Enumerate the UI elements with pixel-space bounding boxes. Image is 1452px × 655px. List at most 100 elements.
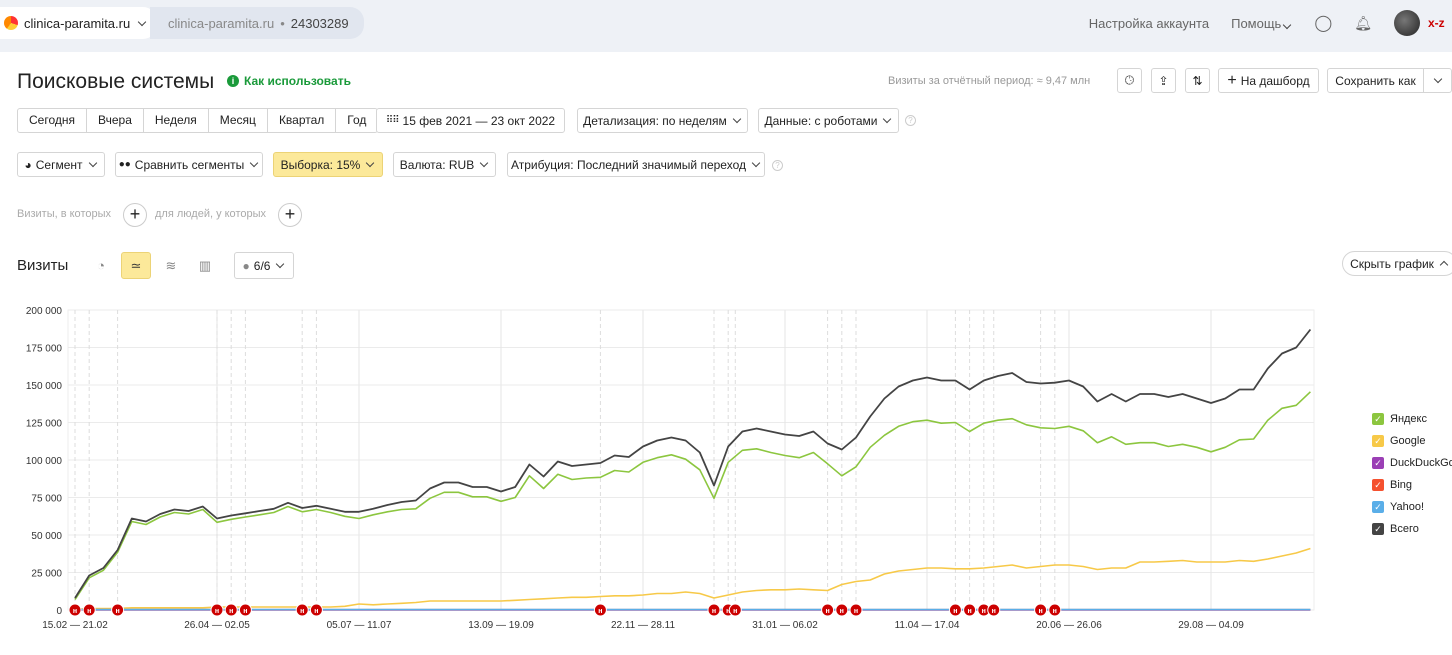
save-as-button[interactable]: Сохранить как bbox=[1327, 68, 1424, 93]
note-marker-glyph: н bbox=[87, 608, 91, 615]
date-range-picker[interactable]: ⠿⠿ 15 фев 2021 — 23 окт 2022 bbox=[376, 108, 565, 133]
bell-icon[interactable]: 🔔︎ bbox=[1354, 15, 1372, 32]
legend-label: DuckDuckGo bbox=[1390, 457, 1452, 469]
x-tick-label: 20.06 — 26.06 bbox=[1036, 620, 1102, 631]
feedback-button[interactable]: ⇅ bbox=[1185, 68, 1210, 93]
period-week[interactable]: Неделя bbox=[144, 109, 209, 132]
legend-item-duckduckgo[interactable]: ✓ DuckDuckGo bbox=[1372, 452, 1452, 474]
compare-segments-dropdown[interactable]: ●● Сравнить сегменты bbox=[115, 152, 263, 177]
drops-icon: ●● bbox=[118, 159, 131, 170]
period-selector: Сегодня Вчера Неделя Месяц Квартал Год bbox=[17, 108, 379, 133]
period-year[interactable]: Год bbox=[336, 109, 377, 132]
x-tick-label: 11.04 — 17.04 bbox=[895, 620, 960, 631]
segment-label: Сегмент bbox=[35, 157, 83, 172]
legend-label: Яндекс bbox=[1390, 413, 1427, 425]
currency-dropdown[interactable]: Валюта: RUB bbox=[393, 152, 496, 177]
notes-dropdown[interactable]: ● 6/6 bbox=[234, 252, 294, 279]
legend-item-bing[interactable]: ✓ Bing bbox=[1372, 474, 1452, 496]
legend-label: Google bbox=[1390, 435, 1426, 447]
counter-id: 24303289 bbox=[290, 15, 349, 31]
series-line-google bbox=[74, 547, 1311, 611]
legend-item-google[interactable]: ✓ Google bbox=[1372, 430, 1452, 452]
line-chart-type-button[interactable]: ≃ bbox=[121, 252, 151, 279]
x-tick-label: 29.08 — 04.09 bbox=[1178, 620, 1244, 631]
checkbox-icon[interactable]: ✓ bbox=[1372, 435, 1384, 447]
bar-chart-type-button[interactable]: ▥ bbox=[190, 252, 220, 279]
checkbox-icon[interactable]: ✓ bbox=[1372, 413, 1384, 425]
line-chart-icon: ≃ bbox=[130, 257, 142, 273]
segment-dropdown[interactable]: ◕ Сегмент bbox=[17, 152, 105, 177]
chevron-down-icon bbox=[137, 17, 147, 26]
visits-filter-label: Визиты, в которых bbox=[17, 208, 111, 220]
how-to-use-link[interactable]: i Как использовать bbox=[227, 74, 351, 88]
y-tick-label: 100 000 bbox=[26, 456, 63, 467]
note-marker-glyph: н bbox=[825, 608, 829, 615]
x-tick-label: 31.01 — 06.02 bbox=[752, 620, 818, 631]
chevron-down-icon bbox=[1283, 20, 1292, 29]
visits-line-chart[interactable]: 0 25 000 50 000 75 000 100 000 125 000 150 000… bbox=[0, 295, 1370, 640]
checkbox-icon[interactable]: ✓ bbox=[1372, 479, 1384, 491]
counter-tab[interactable]: clinica-paramita.ru • 24303289 bbox=[150, 7, 364, 39]
add-visit-filter-button[interactable]: + bbox=[123, 203, 147, 227]
legend-item-yahoo[interactable]: ✓ Yahoo! bbox=[1372, 496, 1452, 518]
period-yesterday[interactable]: Вчера bbox=[87, 109, 144, 132]
metrica-logo-icon bbox=[4, 16, 18, 30]
period-quarter[interactable]: Квартал bbox=[268, 109, 337, 132]
x-tick-label: 13.09 — 19.09 bbox=[468, 620, 534, 631]
checkbox-icon[interactable]: ✓ bbox=[1372, 457, 1384, 469]
chevron-down-icon bbox=[250, 158, 259, 168]
note-marker-glyph: н bbox=[215, 608, 219, 615]
data-mode-dropdown[interactable]: Данные: с роботами bbox=[758, 108, 899, 133]
user-login[interactable]: x-z bbox=[1428, 16, 1452, 30]
avatar[interactable] bbox=[1394, 10, 1420, 36]
compare-label: Сравнить сегменты bbox=[134, 157, 245, 172]
sample-dropdown[interactable]: Выборка: 15% bbox=[273, 152, 383, 177]
save-as-dropdown[interactable] bbox=[1423, 68, 1452, 93]
chat-icon[interactable]: ◯ bbox=[1314, 13, 1332, 33]
history-button[interactable]: 🕓︎ bbox=[1117, 68, 1142, 93]
y-tick-label: 125 000 bbox=[26, 419, 63, 430]
thumbs-icon: ⇅ bbox=[1192, 73, 1203, 88]
export-button[interactable]: ⇪ bbox=[1151, 68, 1176, 93]
account-settings-link[interactable]: Настройка аккаунта bbox=[1089, 16, 1209, 31]
page-title: Поисковые системы bbox=[17, 70, 215, 93]
area-chart-type-button[interactable]: ≋ bbox=[156, 252, 186, 279]
hide-chart-button[interactable]: Скрыть график bbox=[1342, 251, 1452, 276]
attribution-dropdown[interactable]: Атрибуция: Последний значимый переход bbox=[507, 152, 765, 177]
attribution-label: Атрибуция: Последний значимый переход bbox=[511, 157, 746, 172]
chevron-down-icon bbox=[479, 158, 489, 168]
period-month[interactable]: Месяц bbox=[209, 109, 268, 132]
site-selector[interactable]: clinica-paramita.ru bbox=[0, 7, 158, 39]
period-today[interactable]: Сегодня bbox=[18, 109, 87, 132]
add-to-dashboard-button[interactable]: + На дашборд bbox=[1218, 68, 1319, 93]
y-tick-label: 150 000 bbox=[26, 381, 63, 392]
counter-site: clinica-paramita.ru bbox=[168, 15, 275, 31]
detail-dropdown[interactable]: Детализация: по неделям bbox=[577, 108, 748, 133]
note-marker-glyph: н bbox=[300, 608, 304, 615]
add-people-filter-button[interactable]: + bbox=[278, 203, 302, 227]
chart-title: Визиты bbox=[17, 257, 69, 274]
note-marker-glyph: н bbox=[243, 608, 247, 615]
note-marker-glyph: н bbox=[967, 608, 971, 615]
note-marker-glyph: н bbox=[115, 608, 119, 615]
note-marker-glyph: н bbox=[733, 608, 737, 615]
sample-label: Выборка: 15% bbox=[280, 157, 361, 172]
note-marker-glyph: н bbox=[1038, 608, 1042, 615]
y-tick-label: 175 000 bbox=[26, 344, 63, 355]
help-menu[interactable]: Помощь bbox=[1231, 16, 1292, 31]
help-icon[interactable]: ? bbox=[905, 115, 916, 126]
note-marker-glyph: н bbox=[982, 608, 986, 615]
y-tick-label: 25 000 bbox=[31, 569, 62, 580]
legend-item-yandex[interactable]: ✓ Яндекс bbox=[1372, 408, 1452, 430]
x-tick-label: 15.02 — 21.02 bbox=[42, 620, 108, 631]
checkbox-icon[interactable]: ✓ bbox=[1372, 501, 1384, 513]
legend-item-total[interactable]: ✓ Всего bbox=[1372, 518, 1452, 540]
checkbox-icon[interactable]: ✓ bbox=[1372, 523, 1384, 535]
help-icon[interactable]: ? bbox=[772, 160, 783, 171]
to-dashboard-label: На дашборд bbox=[1240, 73, 1310, 88]
pie-chart-type-button[interactable]: ◔ bbox=[86, 252, 116, 279]
note-marker-glyph: н bbox=[73, 608, 77, 615]
note-marker-glyph: н bbox=[598, 608, 602, 615]
note-marker-glyph: н bbox=[840, 608, 844, 615]
chevron-up-icon bbox=[1439, 260, 1449, 270]
